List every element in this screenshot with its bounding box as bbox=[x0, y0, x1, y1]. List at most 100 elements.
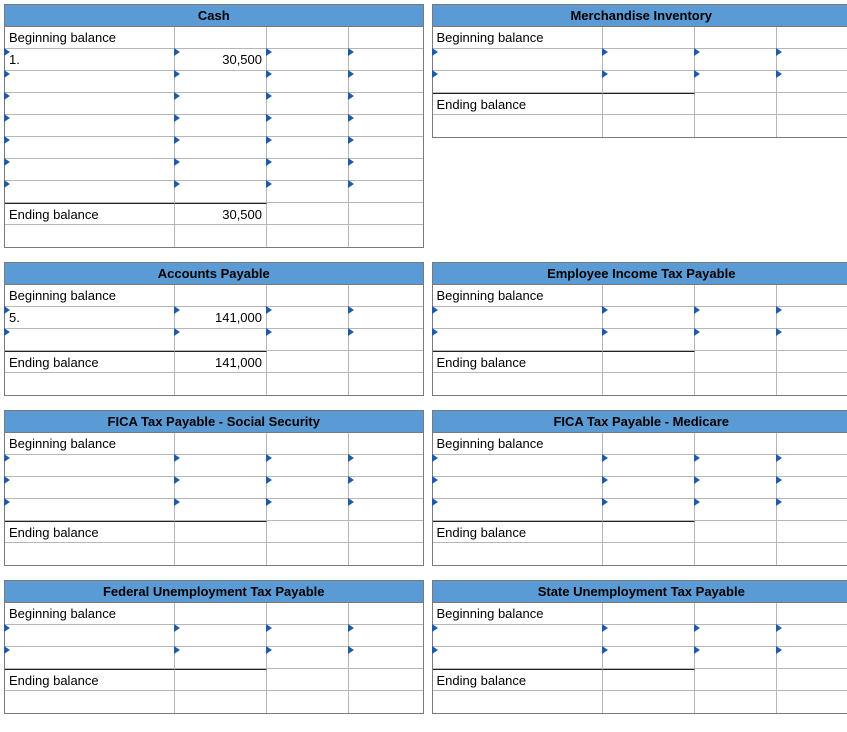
dropdown-tick-icon[interactable] bbox=[694, 328, 700, 336]
dropdown-tick-icon[interactable] bbox=[432, 328, 438, 336]
dropdown-tick-icon[interactable] bbox=[266, 306, 272, 314]
cell-label[interactable] bbox=[5, 137, 175, 158]
dropdown-tick-icon[interactable] bbox=[348, 454, 354, 462]
dropdown-tick-icon[interactable] bbox=[602, 328, 608, 336]
dropdown-tick-icon[interactable] bbox=[266, 136, 272, 144]
cell-credit[interactable] bbox=[695, 329, 777, 350]
cell-extra[interactable] bbox=[777, 329, 847, 350]
dropdown-tick-icon[interactable] bbox=[174, 454, 180, 462]
dropdown-tick-icon[interactable] bbox=[266, 328, 272, 336]
cell-label[interactable] bbox=[5, 499, 175, 520]
cell-extra[interactable] bbox=[349, 49, 423, 70]
dropdown-tick-icon[interactable] bbox=[174, 328, 180, 336]
dropdown-tick-icon[interactable] bbox=[348, 476, 354, 484]
dropdown-tick-icon[interactable] bbox=[174, 158, 180, 166]
cell-credit[interactable] bbox=[695, 49, 777, 70]
dropdown-tick-icon[interactable] bbox=[4, 180, 10, 188]
cell-label[interactable] bbox=[433, 71, 603, 92]
dropdown-tick-icon[interactable] bbox=[694, 624, 700, 632]
dropdown-tick-icon[interactable] bbox=[4, 306, 10, 314]
cell-debit[interactable] bbox=[603, 647, 695, 668]
cell-credit[interactable] bbox=[695, 647, 777, 668]
dropdown-tick-icon[interactable] bbox=[432, 48, 438, 56]
cell-credit[interactable] bbox=[267, 307, 349, 328]
dropdown-tick-icon[interactable] bbox=[348, 328, 354, 336]
dropdown-tick-icon[interactable] bbox=[432, 70, 438, 78]
dropdown-tick-icon[interactable] bbox=[266, 454, 272, 462]
cell-credit[interactable] bbox=[267, 499, 349, 520]
cell-credit[interactable] bbox=[267, 49, 349, 70]
dropdown-tick-icon[interactable] bbox=[776, 476, 782, 484]
cell-credit[interactable] bbox=[267, 455, 349, 476]
dropdown-tick-icon[interactable] bbox=[432, 498, 438, 506]
dropdown-tick-icon[interactable] bbox=[776, 454, 782, 462]
cell-label[interactable] bbox=[5, 455, 175, 476]
cell-credit[interactable] bbox=[695, 625, 777, 646]
dropdown-tick-icon[interactable] bbox=[776, 70, 782, 78]
cell-credit[interactable] bbox=[267, 71, 349, 92]
cell-extra[interactable] bbox=[349, 477, 423, 498]
cell-credit[interactable] bbox=[695, 307, 777, 328]
cell-label[interactable] bbox=[433, 329, 603, 350]
cell-debit[interactable] bbox=[175, 93, 267, 114]
cell-debit[interactable] bbox=[603, 499, 695, 520]
cell-credit[interactable] bbox=[267, 329, 349, 350]
cell-credit[interactable] bbox=[695, 477, 777, 498]
cell-label[interactable] bbox=[5, 71, 175, 92]
cell-label[interactable] bbox=[5, 625, 175, 646]
dropdown-tick-icon[interactable] bbox=[348, 92, 354, 100]
dropdown-tick-icon[interactable] bbox=[694, 48, 700, 56]
dropdown-tick-icon[interactable] bbox=[4, 498, 10, 506]
dropdown-tick-icon[interactable] bbox=[4, 158, 10, 166]
cell-extra[interactable] bbox=[777, 647, 847, 668]
dropdown-tick-icon[interactable] bbox=[4, 92, 10, 100]
cell-label[interactable] bbox=[5, 115, 175, 136]
cell-debit[interactable] bbox=[603, 307, 695, 328]
cell-debit[interactable] bbox=[603, 625, 695, 646]
dropdown-tick-icon[interactable] bbox=[266, 180, 272, 188]
dropdown-tick-icon[interactable] bbox=[174, 70, 180, 78]
cell-debit[interactable] bbox=[603, 329, 695, 350]
dropdown-tick-icon[interactable] bbox=[174, 136, 180, 144]
dropdown-tick-icon[interactable] bbox=[348, 180, 354, 188]
cell-extra[interactable] bbox=[777, 477, 847, 498]
cell-label[interactable] bbox=[5, 181, 175, 202]
dropdown-tick-icon[interactable] bbox=[348, 136, 354, 144]
dropdown-tick-icon[interactable] bbox=[348, 646, 354, 654]
dropdown-tick-icon[interactable] bbox=[348, 48, 354, 56]
dropdown-tick-icon[interactable] bbox=[4, 328, 10, 336]
dropdown-tick-icon[interactable] bbox=[602, 454, 608, 462]
cell-extra[interactable] bbox=[777, 307, 847, 328]
dropdown-tick-icon[interactable] bbox=[174, 498, 180, 506]
cell-debit[interactable] bbox=[175, 115, 267, 136]
dropdown-tick-icon[interactable] bbox=[174, 92, 180, 100]
cell-label[interactable] bbox=[433, 49, 603, 70]
cell-debit[interactable]: 141,000 bbox=[175, 307, 267, 328]
cell-extra[interactable] bbox=[349, 115, 423, 136]
cell-credit[interactable] bbox=[695, 71, 777, 92]
cell-debit[interactable] bbox=[175, 329, 267, 350]
dropdown-tick-icon[interactable] bbox=[776, 328, 782, 336]
dropdown-tick-icon[interactable] bbox=[174, 476, 180, 484]
cell-debit[interactable] bbox=[175, 71, 267, 92]
cell-credit[interactable] bbox=[267, 647, 349, 668]
dropdown-tick-icon[interactable] bbox=[4, 48, 10, 56]
dropdown-tick-icon[interactable] bbox=[174, 48, 180, 56]
dropdown-tick-icon[interactable] bbox=[4, 476, 10, 484]
cell-extra[interactable] bbox=[777, 49, 847, 70]
cell-credit[interactable] bbox=[267, 137, 349, 158]
dropdown-tick-icon[interactable] bbox=[266, 92, 272, 100]
dropdown-tick-icon[interactable] bbox=[602, 306, 608, 314]
dropdown-tick-icon[interactable] bbox=[174, 114, 180, 122]
cell-extra[interactable] bbox=[349, 329, 423, 350]
cell-debit[interactable] bbox=[603, 71, 695, 92]
cell-label[interactable]: 1. bbox=[5, 49, 175, 70]
cell-label[interactable] bbox=[5, 647, 175, 668]
cell-label[interactable] bbox=[5, 477, 175, 498]
cell-label[interactable] bbox=[433, 455, 603, 476]
dropdown-tick-icon[interactable] bbox=[266, 624, 272, 632]
cell-debit[interactable] bbox=[175, 137, 267, 158]
dropdown-tick-icon[interactable] bbox=[776, 646, 782, 654]
cell-label[interactable] bbox=[433, 499, 603, 520]
dropdown-tick-icon[interactable] bbox=[432, 624, 438, 632]
